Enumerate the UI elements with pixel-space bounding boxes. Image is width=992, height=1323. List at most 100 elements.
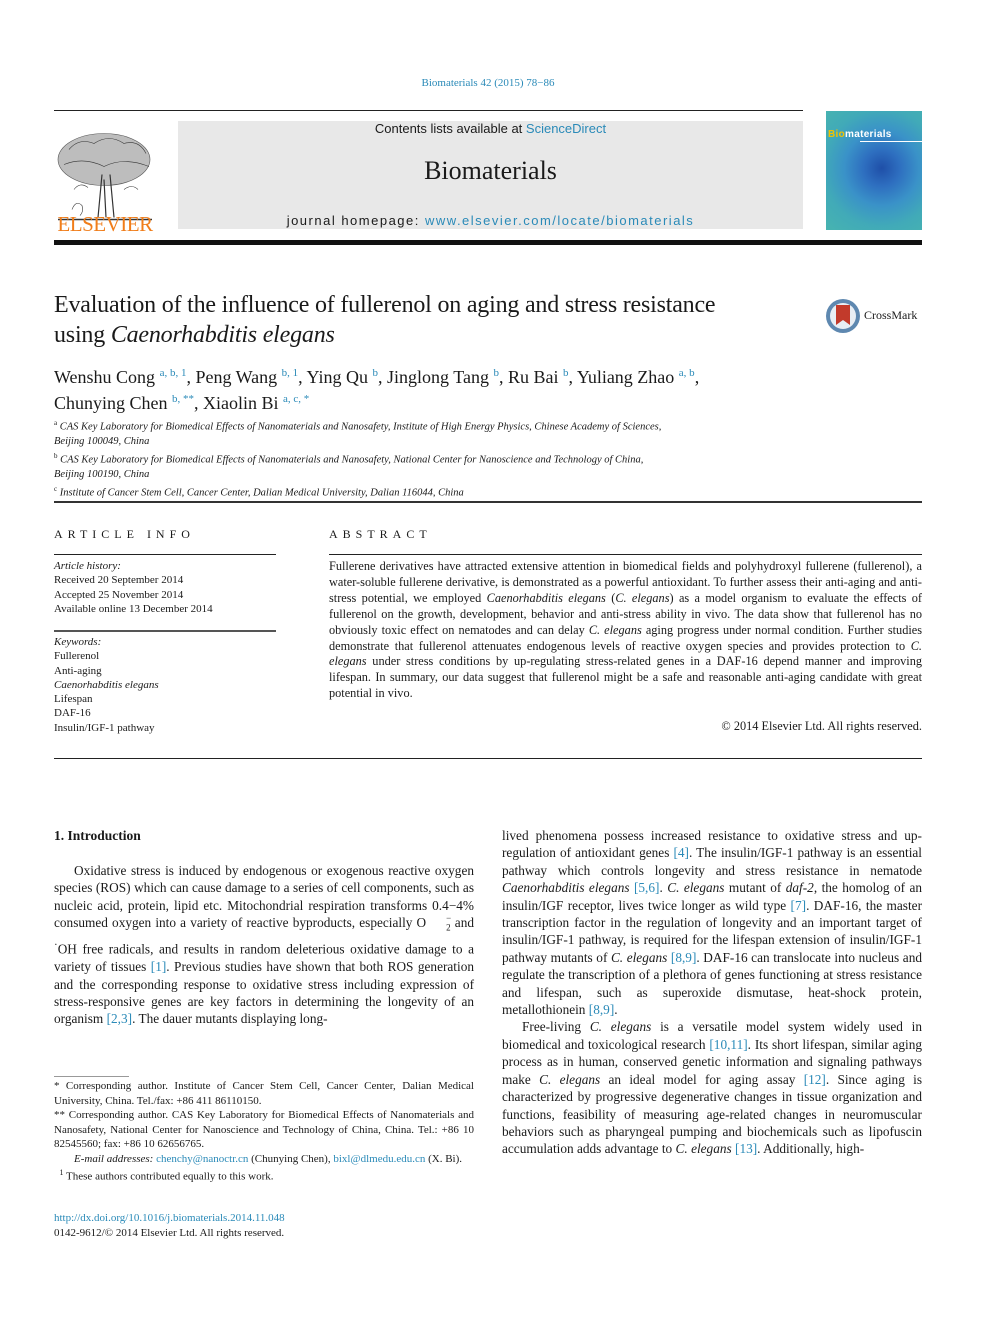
journal-name: Biomaterials <box>424 156 557 185</box>
crossmark-label: CrossMark <box>864 308 918 322</box>
text-span: and <box>450 915 474 931</box>
text-span: . The dauer mutants displaying long- <box>132 1011 328 1027</box>
reference-link[interactable]: [4] <box>673 845 689 860</box>
affiliation-c: c Institute of Cancer Stem Cell, Cancer … <box>54 482 814 501</box>
contents-prefix: Contents lists available at <box>374 121 526 136</box>
sciencedirect-link[interactable]: ScienceDirect <box>526 121 606 136</box>
author-name[interactable]: Peng Wang <box>195 367 277 387</box>
title-line-1: Evaluation of the influence of fullereno… <box>54 292 716 318</box>
text-span: mutant of <box>724 880 786 896</box>
cover-title-bio: Bio <box>828 129 846 140</box>
italic-span: C. elegans <box>610 949 668 965</box>
author-list: Wenshu Cong a, b, 1, Peng Wang b, 1, Yin… <box>54 362 854 414</box>
reference-link[interactable]: [8,9] <box>589 1002 614 1017</box>
cover-title-rest: materials <box>845 129 892 140</box>
abstract-heading: ABSTRACT <box>329 527 432 541</box>
article-info-heading: ARTICLE INFO <box>54 527 195 541</box>
author-name[interactable]: Yuliang Zhao <box>577 367 674 387</box>
email-link[interactable]: bixl@dlmedu.edu.cn <box>333 1153 425 1165</box>
author-affiliation-marks[interactable]: b, ** <box>172 393 194 405</box>
keywords-rule <box>54 630 276 632</box>
keywords: Keywords: Fullerenol Anti-aging Caenorha… <box>54 635 276 735</box>
elsevier-wordmark: ELSEVIER <box>57 212 153 236</box>
homepage-prefix: journal homepage: <box>286 213 425 228</box>
footnote-equal-contribution: 1 These authors contributed equally to t… <box>54 1166 474 1184</box>
reference-link[interactable]: [2,3] <box>107 1011 132 1026</box>
abstract-copyright: © 2014 Elsevier Ltd. All rights reserved… <box>721 719 922 733</box>
author-name[interactable]: Chunying Chen <box>54 393 168 413</box>
reference-link[interactable]: [7] <box>791 898 807 913</box>
abstract-end-rule <box>54 758 922 759</box>
superscript: − <box>446 913 452 924</box>
journal-citation[interactable]: Biomaterials 42 (2015) 78−86 <box>0 77 976 89</box>
reference-link[interactable]: [8,9] <box>671 950 696 965</box>
reference-link[interactable]: [10,11] <box>709 1037 747 1052</box>
history-label: Article history: <box>54 560 121 572</box>
cover-title: Biomaterials <box>828 129 892 140</box>
italic-span: C. elegans <box>667 880 725 896</box>
header-thick-rule <box>54 240 922 245</box>
keyword: Lifespan <box>54 693 93 706</box>
email-label: E-mail addresses: <box>74 1152 154 1165</box>
reference-link[interactable]: [5,6] <box>634 880 659 895</box>
text-span: an ideal model for aging assay <box>600 1071 804 1087</box>
homepage-link[interactable]: www.elsevier.com/locate/biomaterials <box>425 213 694 228</box>
crossmark-button[interactable]: CrossMark <box>825 297 925 335</box>
author-separator: , <box>568 367 577 387</box>
author-name[interactable]: Xiaolin Bi <box>203 393 279 413</box>
keywords-label: Keywords: <box>54 636 102 648</box>
citation-link[interactable]: Biomaterials 42 (2015) 78−86 <box>422 77 555 89</box>
reference-link[interactable]: [1] <box>151 959 167 974</box>
paragraph: Oxidative stress is induced by endogenou… <box>54 862 474 1028</box>
section-heading-introduction: 1. Introduction <box>54 828 141 843</box>
text-span: . Additionally, high- <box>757 1141 865 1157</box>
author-separator: , <box>194 393 204 413</box>
contents-availability: Contents lists available at ScienceDirec… <box>178 121 803 136</box>
footnote-corresponding-2: ** Corresponding author. CAS Key Laborat… <box>54 1109 474 1150</box>
reference-link[interactable]: [12] <box>804 1072 826 1087</box>
doi-link[interactable]: http://dx.doi.org/10.1016/j.biomaterials… <box>54 1212 285 1224</box>
reference-link[interactable]: [13] <box>735 1141 757 1156</box>
journal-cover-image[interactable]: Biomaterials <box>826 111 922 230</box>
author-name[interactable]: Wenshu Cong <box>54 367 155 387</box>
italic-span: C. elegans <box>675 1141 732 1157</box>
abstract-italic: C. elegans <box>588 622 642 637</box>
article-title: Evaluation of the influence of fullereno… <box>54 290 814 350</box>
author-name[interactable]: Ying Qu <box>307 367 369 387</box>
superoxide-notation: −2 <box>426 913 451 937</box>
online-date: Available online 13 December 2014 <box>54 602 213 615</box>
footnote-rule <box>54 1076 129 1077</box>
email-owner: (X. Bi). <box>425 1152 463 1165</box>
keyword: DAF-16 <box>54 707 91 720</box>
author-name[interactable]: Jinglong Tang <box>387 367 489 387</box>
title-line-2: using <box>54 322 111 348</box>
article-info-rule <box>54 554 276 555</box>
affiliations: a CAS Key Laboratory for Biomedical Effe… <box>54 416 814 501</box>
affiliation-text: CAS Key Laboratory for Biomedical Effect… <box>60 454 644 466</box>
affiliation-text: CAS Key Laboratory for Biomedical Effect… <box>59 421 662 433</box>
affiliation-text: Beijing 100190, China <box>54 468 150 480</box>
affiliations-rule <box>54 501 922 503</box>
email-owner: (Chunying Chen), <box>248 1152 334 1165</box>
footnotes: * Corresponding author. Institute of Can… <box>54 1079 474 1184</box>
cover-rule <box>860 141 922 142</box>
text-span: Oxidative stress is induced by endogenou… <box>54 863 474 931</box>
text-span: Free-living <box>522 1019 590 1035</box>
author-name[interactable]: Ru Bai <box>508 367 559 387</box>
abstract-rule <box>329 554 922 555</box>
journal-homepage: journal homepage: www.elsevier.com/locat… <box>178 213 803 228</box>
affiliation-b: b CAS Key Laboratory for Biomedical Effe… <box>54 449 814 482</box>
header-top-rule <box>54 110 803 111</box>
author-affiliation-marks[interactable]: a, b, 1 <box>160 367 187 379</box>
author-affiliation-marks[interactable]: b, 1 <box>282 367 299 379</box>
title-species: Caenorhabditis elegans <box>110 322 335 348</box>
email-link[interactable]: chenchy@nanoctr.cn <box>156 1153 248 1165</box>
abstract-span: ( <box>605 590 616 605</box>
affiliation-text: Beijing 100049, China <box>54 435 150 447</box>
affiliation-label: b <box>54 452 58 461</box>
author-affiliation-marks[interactable]: a, c, * <box>283 393 309 405</box>
keyword: Anti-aging <box>54 664 102 677</box>
author-affiliation-marks[interactable]: a, b <box>679 367 695 379</box>
keyword: Insulin/IGF-1 pathway <box>54 721 155 734</box>
italic-span: Caenorhabditis elegans <box>502 880 630 896</box>
